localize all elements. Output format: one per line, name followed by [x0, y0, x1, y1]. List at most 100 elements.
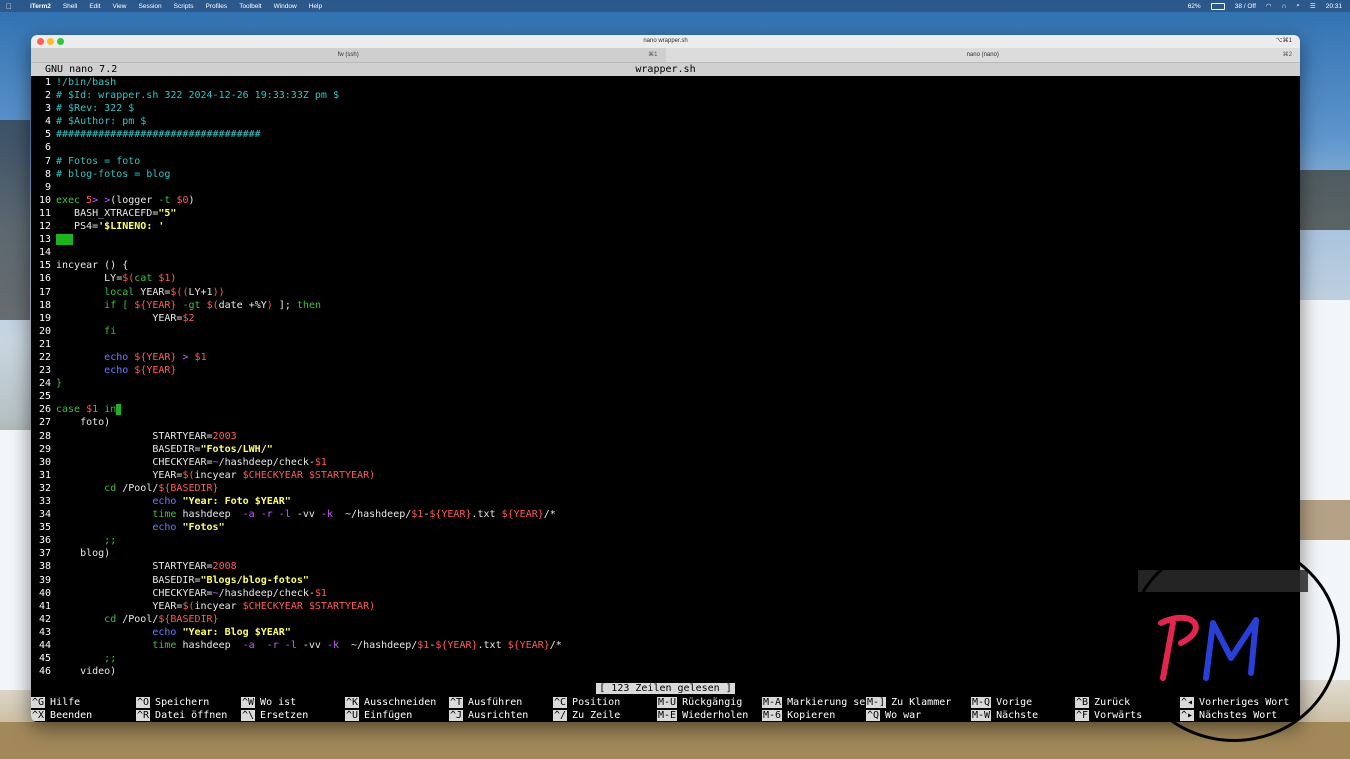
wifi-icon[interactable]: ◠ [1266, 2, 1272, 10]
terminal-window: nano wrapper.sh ⌥⌘1 fw (ssh) ⌘1 nano (na… [31, 35, 1300, 722]
code-line[interactable]: 8 # blog-fotos = blog [31, 168, 1300, 181]
status-text[interactable]: 38 / Off [1235, 3, 1256, 10]
menu-profiles[interactable]: Profiles [206, 3, 228, 10]
code-line[interactable]: 40 CHECKYEAR=~/hashdeep/check-$1 [31, 587, 1300, 600]
code-token: ~/hashdeep/ [332, 509, 412, 521]
zoom-button[interactable] [57, 38, 64, 45]
shortcut-item[interactable]: ^/ Zu Zeile [553, 709, 620, 722]
menu-view[interactable]: View [113, 3, 127, 10]
shortcut-item[interactable]: ^X Beenden [31, 709, 92, 722]
code-line[interactable]: 33 echo "Year: Foto $YEAR" [31, 495, 1300, 508]
code-line[interactable]: 43 echo "Year: Blog $YEAR" [31, 626, 1300, 639]
code-line[interactable]: 45 ;; [31, 652, 1300, 665]
headphones-icon[interactable]: ∩ [1282, 3, 1287, 10]
code-line[interactable]: 12 PS4='$LINENO: ' [31, 220, 1300, 233]
battery-percent[interactable]: 62% [1188, 3, 1201, 10]
code-line[interactable]: 23 echo ${YEAR} [31, 364, 1300, 377]
shortcut-item[interactable]: M-U Rückgängig [657, 696, 742, 709]
code-line[interactable]: 31 YEAR=$(incyear $CHECKYEAR $STARTYEAR) [31, 469, 1300, 482]
shortcut-item[interactable]: ^T Ausführen [449, 696, 522, 709]
shortcut-item[interactable]: ^Q Wo war [866, 709, 921, 722]
shortcut-item[interactable]: ^B Zurück [1075, 696, 1130, 709]
shortcut-item[interactable]: M-W Nächste [971, 709, 1038, 722]
clock[interactable]: 20:31 [1326, 3, 1342, 10]
menu-window[interactable]: Window [274, 3, 297, 10]
code-line[interactable]: 3 # $Rev: 322 $ [31, 102, 1300, 115]
code-token: -k [320, 509, 333, 521]
tab-ssh[interactable]: fw (ssh) ⌘1 [31, 48, 666, 62]
code-line[interactable]: 28 STARTYEAR=2003 [31, 430, 1300, 443]
code-token: "Fotos" [182, 522, 225, 534]
code-line[interactable]: 39 BASEDIR="Blogs/blog-fotos" [31, 574, 1300, 587]
code-line[interactable]: 22 echo ${YEAR} > $1 [31, 351, 1300, 364]
code-line[interactable]: 11 BASH_XTRACEFD="5" [31, 207, 1300, 220]
shortcut-key: ^\ [241, 710, 256, 721]
code-line[interactable]: 6 [31, 141, 1300, 154]
shortcut-item[interactable]: ^U Einfügen [345, 709, 412, 722]
shortcut-item[interactable]: ^\ Ersetzen [241, 709, 308, 722]
menu-session[interactable]: Session [139, 3, 162, 10]
code-line[interactable]: 36 ;; [31, 534, 1300, 547]
close-button[interactable] [37, 38, 44, 45]
code-line[interactable]: 30 CHECKYEAR=~/hashdeep/check-$1 [31, 456, 1300, 469]
shortcut-item[interactable]: ^J Ausrichten [449, 709, 528, 722]
code-line[interactable]: 1 !/bin/bash [31, 76, 1300, 89]
shortcut-item[interactable]: M-6 Kopieren [762, 709, 835, 722]
code-line[interactable]: 9 [31, 181, 1300, 194]
shortcut-item[interactable]: M-A Markierung set [762, 696, 871, 709]
tab-nano[interactable]: nano (nano) ⌘2 [666, 48, 1301, 62]
code-line[interactable]: 4 # $Author: pm $ [31, 115, 1300, 128]
code-line[interactable]: 32 cd /Pool/${BASEDIR} [31, 482, 1300, 495]
shortcut-item[interactable]: M-] Zu Klammer [866, 696, 951, 709]
shortcut-item[interactable]: ^C Position [553, 696, 620, 709]
code-line[interactable]: 15 incyear () { [31, 259, 1300, 272]
apple-icon[interactable]:  [6, 2, 12, 11]
shortcut-item[interactable]: M-E Wiederholen [657, 709, 748, 722]
code-line[interactable]: 10 exec 5> >(logger -t $0) [31, 194, 1300, 207]
code-line[interactable]: 29 BASEDIR="Fotos/LWH/" [31, 443, 1300, 456]
code-line[interactable]: 5 ################################## [31, 128, 1300, 141]
menu-toolbelt[interactable]: Toolbelt [239, 3, 261, 10]
code-line[interactable]: 41 YEAR=$(incyear $CHECKYEAR $STARTYEAR) [31, 600, 1300, 613]
code-line[interactable]: 38 STARTYEAR=2008 [31, 560, 1300, 573]
shortcut-item[interactable]: ^K Ausschneiden [345, 696, 436, 709]
menu-help[interactable]: Help [309, 3, 322, 10]
code-line[interactable]: 44 time hashdeep -a -r -l -vv -k ~/hashd… [31, 639, 1300, 652]
code-line[interactable]: 26 case $1 in [31, 403, 1300, 416]
code-line[interactable]: 13 [31, 233, 1300, 246]
code-line[interactable]: 21 [31, 338, 1300, 351]
code-line[interactable]: 37 blog) [31, 547, 1300, 560]
shortcut-item[interactable]: ^R Datei öffnen [136, 709, 227, 722]
code-line[interactable]: 16 LY=$(cat $1) [31, 272, 1300, 285]
code-line[interactable]: 14 [31, 246, 1300, 259]
code-line[interactable]: 46 video) [31, 665, 1300, 678]
search-icon[interactable]: ⌕ [1296, 2, 1300, 10]
code-line[interactable]: 18 if [ ${YEAR} -gt $(date +%Y) ]; then [31, 299, 1300, 312]
shortcut-item[interactable]: ^F Vorwärts [1075, 709, 1142, 722]
code-line[interactable]: 2 # $Id: wrapper.sh 322 2024-12-26 19:33:… [31, 89, 1300, 102]
shortcut-item[interactable]: ^O Speichern [136, 696, 209, 709]
menu-scripts[interactable]: Scripts [174, 3, 194, 10]
code-token: case [56, 404, 81, 416]
code-line[interactable]: 35 echo "Fotos" [31, 521, 1300, 534]
menu-edit[interactable]: Edit [89, 3, 100, 10]
code-line[interactable]: 34 time hashdeep -a -r -l -vv -k ~/hashd… [31, 508, 1300, 521]
code-line[interactable]: 42 cd /Pool/${BASEDIR} [31, 613, 1300, 626]
code-line[interactable]: 24} [31, 377, 1300, 390]
control-center-icon[interactable]: ☰ [1310, 2, 1316, 10]
shortcut-item[interactable]: ^G Hilfe [31, 696, 80, 709]
menu-shell[interactable]: Shell [63, 3, 77, 10]
menu-app-name[interactable]: iTerm2 [30, 3, 51, 10]
editor-area[interactable]: 1 !/bin/bash 2 # $Id: wrapper.sh 322 2024-1… [31, 76, 1300, 678]
code-line[interactable]: 7 # Fotos = foto [31, 155, 1300, 168]
minimize-button[interactable] [47, 38, 54, 45]
code-line[interactable]: 19 YEAR=$2 [31, 312, 1300, 325]
code-text: BASEDIR="Fotos/LWH/" [56, 444, 272, 455]
window-titlebar[interactable]: nano wrapper.sh ⌥⌘1 [31, 35, 1300, 48]
code-line[interactable]: 27 foto) [31, 416, 1300, 429]
code-line[interactable]: 25 [31, 390, 1300, 403]
shortcut-item[interactable]: ^W Wo ist [241, 696, 296, 709]
shortcut-item[interactable]: M-Q Vorige [971, 696, 1032, 709]
code-line[interactable]: 20 fi [31, 325, 1300, 338]
code-line[interactable]: 17 local YEAR=$((LY+1)) [31, 286, 1300, 299]
